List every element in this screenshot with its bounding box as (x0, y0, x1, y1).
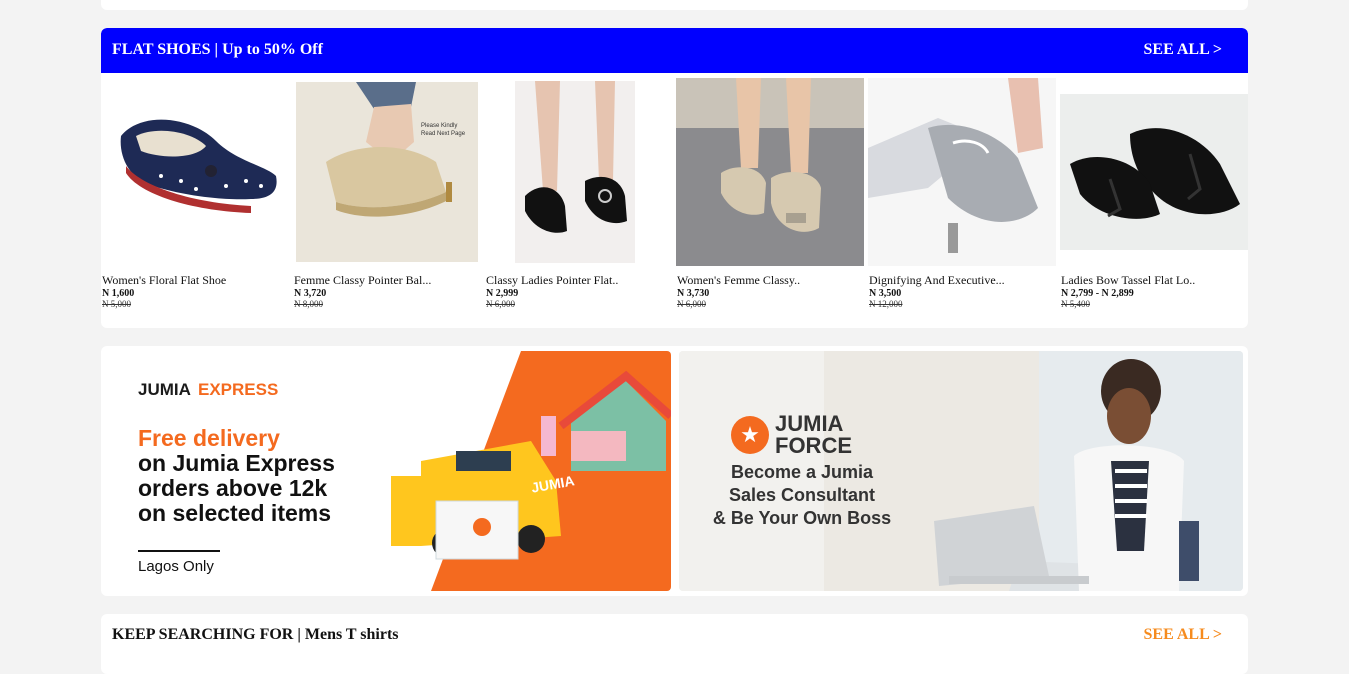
section-title: FLAT SHOES | Up to 50% Off (112, 41, 323, 58)
product-price: N 3,730 (677, 288, 710, 299)
product-image (868, 78, 1056, 266)
product-image: Please Kindly Read Next Page (296, 82, 478, 262)
previous-section-card (101, 0, 1248, 10)
product-price: N 2,999 (486, 288, 519, 299)
express-brand-suffix: EXPRESS (198, 380, 279, 399)
flat-shoes-section: FLAT SHOES | Up to 50% Off SEE ALL > Wom… (101, 28, 1248, 328)
product-old-price: N 5,400 (1061, 299, 1090, 309)
product-old-price: N 12,000 (869, 299, 903, 309)
product-name: Classy Ladies Pointer Flat.. (486, 273, 619, 287)
product-price: N 3,500 (869, 288, 902, 299)
product-old-price: N 6,000 (486, 299, 515, 309)
force-body: Become a Jumia Sales Consultant & Be You… (707, 461, 897, 530)
express-line-3: on selected items (138, 500, 332, 526)
express-line-2: orders above 12k (138, 475, 328, 501)
keep-searching-see-all[interactable]: SEE ALL > (1144, 626, 1223, 644)
product-card[interactable]: Women's Floral Flat Shoe N 1,600 N 5,000 (101, 73, 289, 328)
product-price: N 2,799 - N 2,899 (1061, 288, 1134, 299)
express-headline: Free delivery (138, 425, 280, 451)
express-divider (138, 550, 220, 552)
keep-searching-section: KEEP SEARCHING FOR | Mens T shirts SEE A… (101, 614, 1248, 674)
star-icon: ★ (731, 416, 769, 454)
product-image (101, 81, 289, 261)
force-line-2: Sales Consultant (728, 485, 876, 505)
force-brand-line-1: JUMIA (775, 411, 844, 436)
section-header: FLAT SHOES | Up to 50% Off SEE ALL > (101, 28, 1248, 73)
force-brand: JUMIA FORCE (775, 413, 852, 457)
force-line-3: & Be Your Own Boss (712, 508, 892, 528)
product-old-price: N 8,000 (294, 299, 323, 309)
express-body: on Jumia Express orders above 12k on sel… (138, 451, 335, 526)
svg-text:Please Kindly: Please Kindly (421, 123, 457, 129)
product-card[interactable]: Women's Femme Classy.. N 3,730 N 6,000 (676, 73, 864, 328)
banners-section: JUMIA EXPRESS Free delivery on Jumia Exp… (101, 346, 1248, 596)
product-card[interactable]: Classy Ladies Pointer Flat.. N 2,999 N 6… (485, 73, 673, 328)
product-card[interactable]: Dignifying And Executive... N 3,500 N 12… (868, 73, 1056, 328)
keep-searching-title: KEEP SEARCHING FOR | Mens T shirts (112, 626, 399, 643)
jumia-force-banner[interactable]: ★ JUMIA FORCE Become a Jumia Sales Consu… (679, 351, 1243, 591)
product-image (515, 81, 635, 263)
force-brand-line-2: FORCE (775, 433, 852, 458)
product-name: Women's Femme Classy.. (677, 273, 801, 287)
product-old-price: N 6,000 (677, 299, 706, 309)
product-price: N 3,720 (294, 288, 327, 299)
product-name: Dignifying And Executive... (869, 273, 1005, 287)
product-name: Ladies Bow Tassel Flat Lo.. (1061, 273, 1196, 287)
express-line-1: on Jumia Express (138, 450, 335, 476)
force-line-1: Become a Jumia (730, 462, 874, 482)
product-card[interactable]: Ladies Bow Tassel Flat Lo.. N 2,799 - N … (1060, 73, 1248, 328)
product-name: Women's Floral Flat Shoe (102, 273, 227, 287)
see-all-link[interactable]: SEE ALL > (1144, 41, 1223, 59)
product-price: N 1,600 (102, 288, 135, 299)
express-note: Lagos Only (138, 558, 214, 575)
jumia-express-banner[interactable]: JUMIA EXPRESS Free delivery on Jumia Exp… (101, 351, 671, 591)
svg-text:Read Next Page: Read Next Page (421, 131, 466, 137)
product-card[interactable]: Please Kindly Read Next Page Femme Class… (293, 73, 481, 328)
product-name: Femme Classy Pointer Bal... (294, 273, 432, 287)
product-image (676, 78, 864, 266)
product-old-price: N 5,000 (102, 299, 131, 309)
product-carousel: Women's Floral Flat Shoe N 1,600 N 5,000… (101, 73, 1248, 328)
express-brand-logo: JUMIA EXPRESS (138, 380, 278, 400)
product-image (1060, 94, 1248, 250)
express-brand: JUMIA (138, 380, 191, 399)
